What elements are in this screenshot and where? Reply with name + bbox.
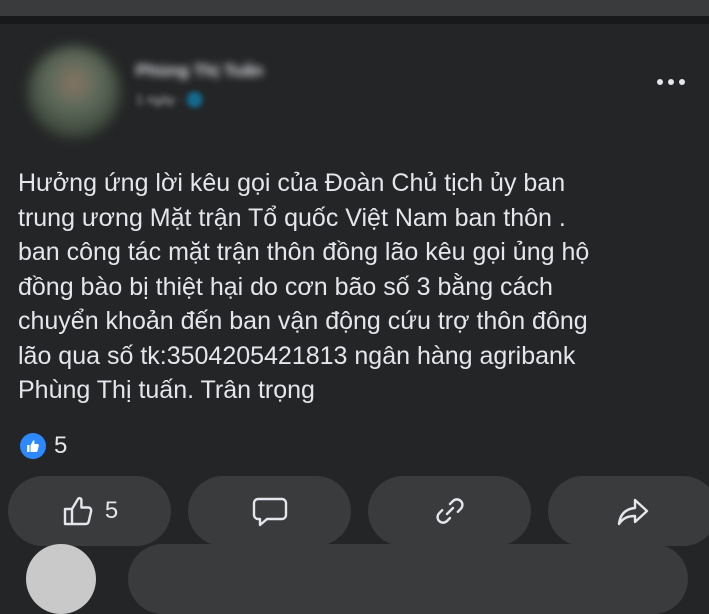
share-button[interactable] bbox=[548, 476, 709, 546]
post-text: Hưởng ứng lời kêu gọi của Đoàn Chủ tịch … bbox=[18, 169, 590, 404]
top-divider bbox=[0, 16, 709, 24]
copy-link-button[interactable] bbox=[368, 476, 531, 546]
commenter-avatar bbox=[26, 544, 96, 614]
post-card: Phùng Thị Tuấn 1 ngày · 🌐 Hưởng ứng lời … bbox=[0, 24, 709, 575]
author-avatar[interactable] bbox=[28, 46, 120, 138]
comment-icon bbox=[252, 497, 287, 527]
comment-button[interactable] bbox=[188, 476, 351, 546]
author-name[interactable]: Phùng Thị Tuấn bbox=[136, 61, 263, 81]
thumbs-up-icon bbox=[63, 496, 93, 526]
more-icon[interactable] bbox=[651, 72, 691, 92]
like-reaction-icon bbox=[20, 433, 46, 459]
reaction-count: 5 bbox=[54, 432, 68, 459]
action-bar: 5 bbox=[0, 476, 709, 548]
post-meta: 1 ngày · 🌐 bbox=[136, 92, 203, 107]
link-icon bbox=[435, 498, 464, 524]
like-button[interactable]: 5 bbox=[8, 476, 171, 546]
share-icon bbox=[617, 498, 649, 526]
like-count: 5 bbox=[104, 497, 119, 524]
comment-input[interactable] bbox=[128, 544, 688, 614]
top-strip bbox=[0, 0, 709, 16]
reaction-summary[interactable]: 5 bbox=[20, 432, 67, 460]
